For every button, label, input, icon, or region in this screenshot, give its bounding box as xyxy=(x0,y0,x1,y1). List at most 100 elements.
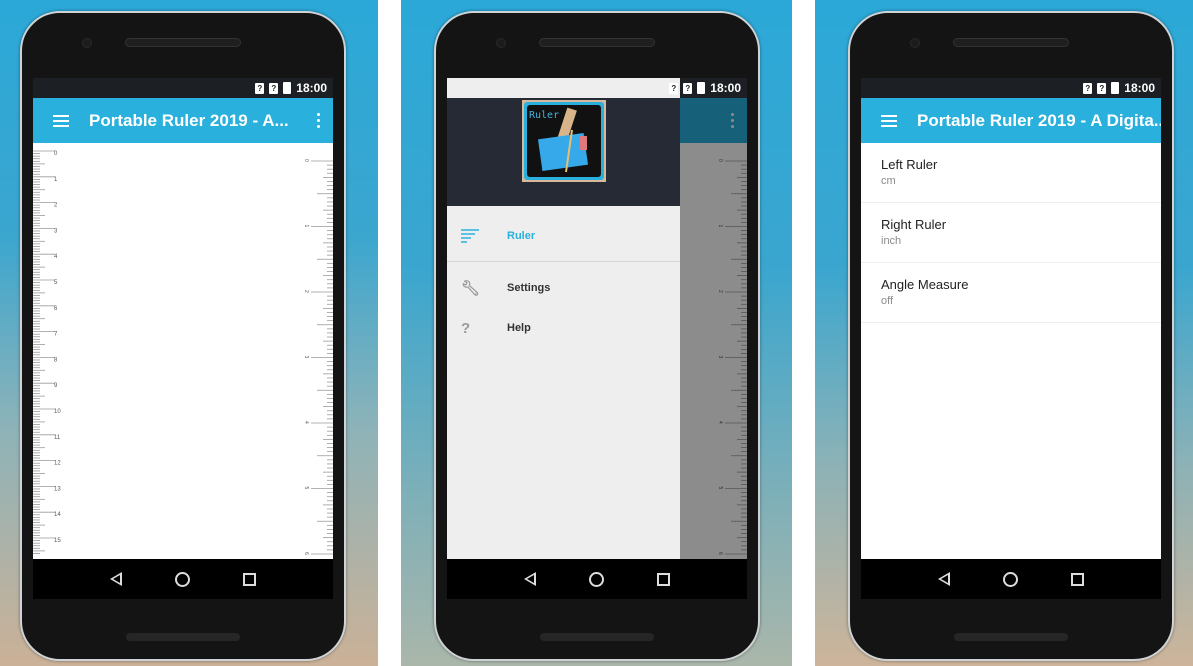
status-time: 18:00 xyxy=(1124,81,1155,95)
cm-tick-label: 13 xyxy=(54,486,61,492)
phone-frame: ? ? 18:00 Portable Ruler 2019 - A Digita… xyxy=(848,11,1174,661)
system-nav-bar xyxy=(447,559,747,599)
logo-text: Ruler xyxy=(529,110,559,121)
phone-screen: ? ? 18:00 01234567891011121314150123456 xyxy=(447,78,747,599)
screenshot-panel-settings: ? ? 18:00 Portable Ruler 2019 - A Digita… xyxy=(815,0,1193,666)
pref-right-ruler[interactable]: Right Ruler inch xyxy=(861,203,1161,263)
pref-summary: inch xyxy=(881,235,902,247)
status-bar: ? ? 18:00 xyxy=(861,78,1161,98)
navigation-drawer: Ruler Ruler 🔧︎ Settings ? Help xyxy=(447,78,680,559)
bottom-speaker xyxy=(954,633,1068,641)
cm-tick-label: 14 xyxy=(54,512,61,518)
cm-tick-label: 2 xyxy=(54,203,58,209)
inch-tick-label: 3 xyxy=(303,356,309,359)
hamburger-icon xyxy=(881,114,897,127)
settings-list: Left Ruler cm Right Ruler inch Angle Mea… xyxy=(861,143,1161,559)
cm-tick-label: 4 xyxy=(54,254,58,260)
drawer-item-help[interactable]: ? Help xyxy=(447,308,680,348)
inch-tick-label: 1 xyxy=(303,225,309,228)
sim-unknown-icon: ? xyxy=(669,82,679,94)
overflow-menu-button[interactable] xyxy=(303,113,333,128)
earpiece-speaker xyxy=(125,38,241,47)
help-icon: ? xyxy=(461,319,471,337)
ruler-drawing: 01234567891011121314150123456 xyxy=(33,150,333,555)
screenshot-panel-ruler: ? ? 18:00 Portable Ruler 2019 - A... 012… xyxy=(0,0,378,666)
battery-icon xyxy=(1111,82,1120,94)
drawer-header: Ruler xyxy=(447,98,680,206)
cm-tick-label: 10 xyxy=(54,409,61,415)
pref-title: Right Ruler xyxy=(881,217,947,232)
back-icon[interactable] xyxy=(937,572,950,586)
phone-frame: ? ? 18:00 01234567891011121314150123456 xyxy=(434,11,760,661)
battery-icon xyxy=(283,82,292,94)
inch-tick-label: 6 xyxy=(303,552,309,555)
cm-tick-label: 7 xyxy=(54,332,58,338)
filter-list-icon xyxy=(461,229,507,243)
app-toolbar: Portable Ruler 2019 - A Digita... xyxy=(861,98,1161,143)
pref-summary: off xyxy=(881,295,894,307)
sim-unknown-icon: ? xyxy=(255,82,265,94)
cm-tick-label: 6 xyxy=(54,306,58,312)
inch-tick-label: 2 xyxy=(303,290,309,293)
drawer-item-label: Settings xyxy=(507,282,551,294)
cm-tick-label: 15 xyxy=(54,538,61,544)
status-time: 18:00 xyxy=(710,81,741,95)
drawer-item-label: Help xyxy=(507,322,531,334)
hamburger-icon xyxy=(53,114,69,127)
system-nav-bar xyxy=(33,559,333,599)
front-camera xyxy=(910,38,920,48)
phone-screen: ? ? 18:00 Portable Ruler 2019 - A Digita… xyxy=(861,78,1161,599)
sim-unknown-icon: ? xyxy=(1083,82,1093,94)
cm-tick-label: 3 xyxy=(54,228,58,234)
inch-tick-label: 5 xyxy=(303,487,309,490)
home-icon[interactable] xyxy=(174,571,190,587)
app-title: Portable Ruler 2019 - A... xyxy=(89,110,289,130)
earpiece-speaker xyxy=(953,38,1069,47)
pref-title: Left Ruler xyxy=(881,157,938,172)
battery-icon xyxy=(697,82,706,94)
sim-unknown-icon: ? xyxy=(269,82,279,94)
front-camera xyxy=(496,38,506,48)
pref-left-ruler[interactable]: Left Ruler cm xyxy=(861,143,1161,203)
drawer-item-ruler[interactable]: Ruler xyxy=(447,216,680,256)
drawer-item-settings[interactable]: 🔧︎ Settings xyxy=(447,268,680,308)
drawer-item-label: Ruler xyxy=(507,230,536,242)
phone-screen: ? ? 18:00 Portable Ruler 2019 - A... 012… xyxy=(33,78,333,599)
app-toolbar: Portable Ruler 2019 - A... xyxy=(33,98,333,143)
front-camera xyxy=(82,38,92,48)
pref-angle-measure[interactable]: Angle Measure off xyxy=(861,263,1161,323)
menu-button[interactable] xyxy=(33,114,89,127)
recents-icon[interactable] xyxy=(243,572,257,586)
cm-tick-label: 12 xyxy=(54,461,61,467)
inch-tick-label: 4 xyxy=(303,421,309,424)
sim-unknown-icon: ? xyxy=(1097,82,1107,94)
system-nav-bar xyxy=(861,559,1161,599)
menu-button[interactable] xyxy=(861,114,917,127)
cm-tick-label: 9 xyxy=(54,383,58,389)
app-logo: Ruler xyxy=(521,100,606,182)
status-bar: ? ? 18:00 xyxy=(33,78,333,98)
back-icon[interactable] xyxy=(523,572,536,586)
bottom-speaker xyxy=(126,633,240,641)
screenshot-panel-drawer: ? ? 18:00 01234567891011121314150123456 xyxy=(401,0,792,666)
pref-summary: cm xyxy=(881,175,896,187)
home-icon[interactable] xyxy=(588,571,604,587)
phone-frame: ? ? 18:00 Portable Ruler 2019 - A... 012… xyxy=(20,11,346,661)
recents-icon[interactable] xyxy=(1071,572,1085,586)
bottom-speaker xyxy=(540,633,654,641)
wrench-icon: 🔧︎ xyxy=(461,280,481,297)
cm-tick-label: 8 xyxy=(54,357,58,363)
cm-tick-label: 11 xyxy=(54,435,61,441)
home-icon[interactable] xyxy=(1002,571,1018,587)
ruler-canvas[interactable]: 0 1 2 3 4 5 6 7 8 9 10 11 12 13 14 15 0 1 2 3 4 5 6 xyxy=(33,143,333,559)
cm-tick-label: 0 xyxy=(54,151,58,157)
pref-title: Angle Measure xyxy=(881,277,969,292)
app-title: Portable Ruler 2019 - A Digita... xyxy=(917,110,1161,130)
status-time: 18:00 xyxy=(296,81,327,95)
back-icon[interactable] xyxy=(109,572,122,586)
recents-icon[interactable] xyxy=(657,572,671,586)
status-bar: ? ? 18:00 xyxy=(447,78,747,98)
inch-tick-label: 0 xyxy=(303,159,309,162)
drawer-divider xyxy=(447,261,680,262)
cm-tick-label: 5 xyxy=(54,280,58,286)
